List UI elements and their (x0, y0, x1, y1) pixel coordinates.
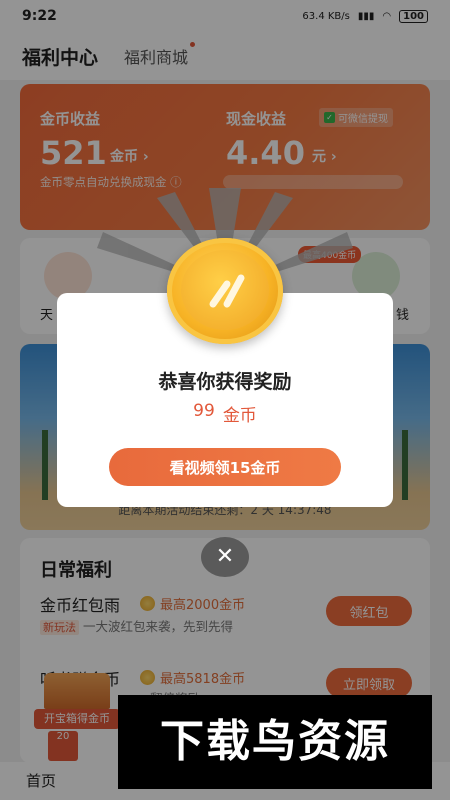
close-dialog-button[interactable]: ✕ (201, 537, 249, 577)
reward-title: 恭喜你获得奖励 (158, 371, 292, 393)
watch-video-button[interactable]: 看视频领15金币 (109, 448, 341, 486)
reward-amount-value: 99 (193, 401, 215, 421)
reward-amount: 99 金币 (57, 401, 393, 426)
reward-amount-unit: 金币 (222, 406, 257, 426)
coin-slash-icon (209, 274, 245, 308)
watermark-logo: 下载鸟资源 (118, 695, 432, 789)
gold-coin-icon (167, 238, 283, 344)
gold-coin-face (181, 250, 269, 330)
